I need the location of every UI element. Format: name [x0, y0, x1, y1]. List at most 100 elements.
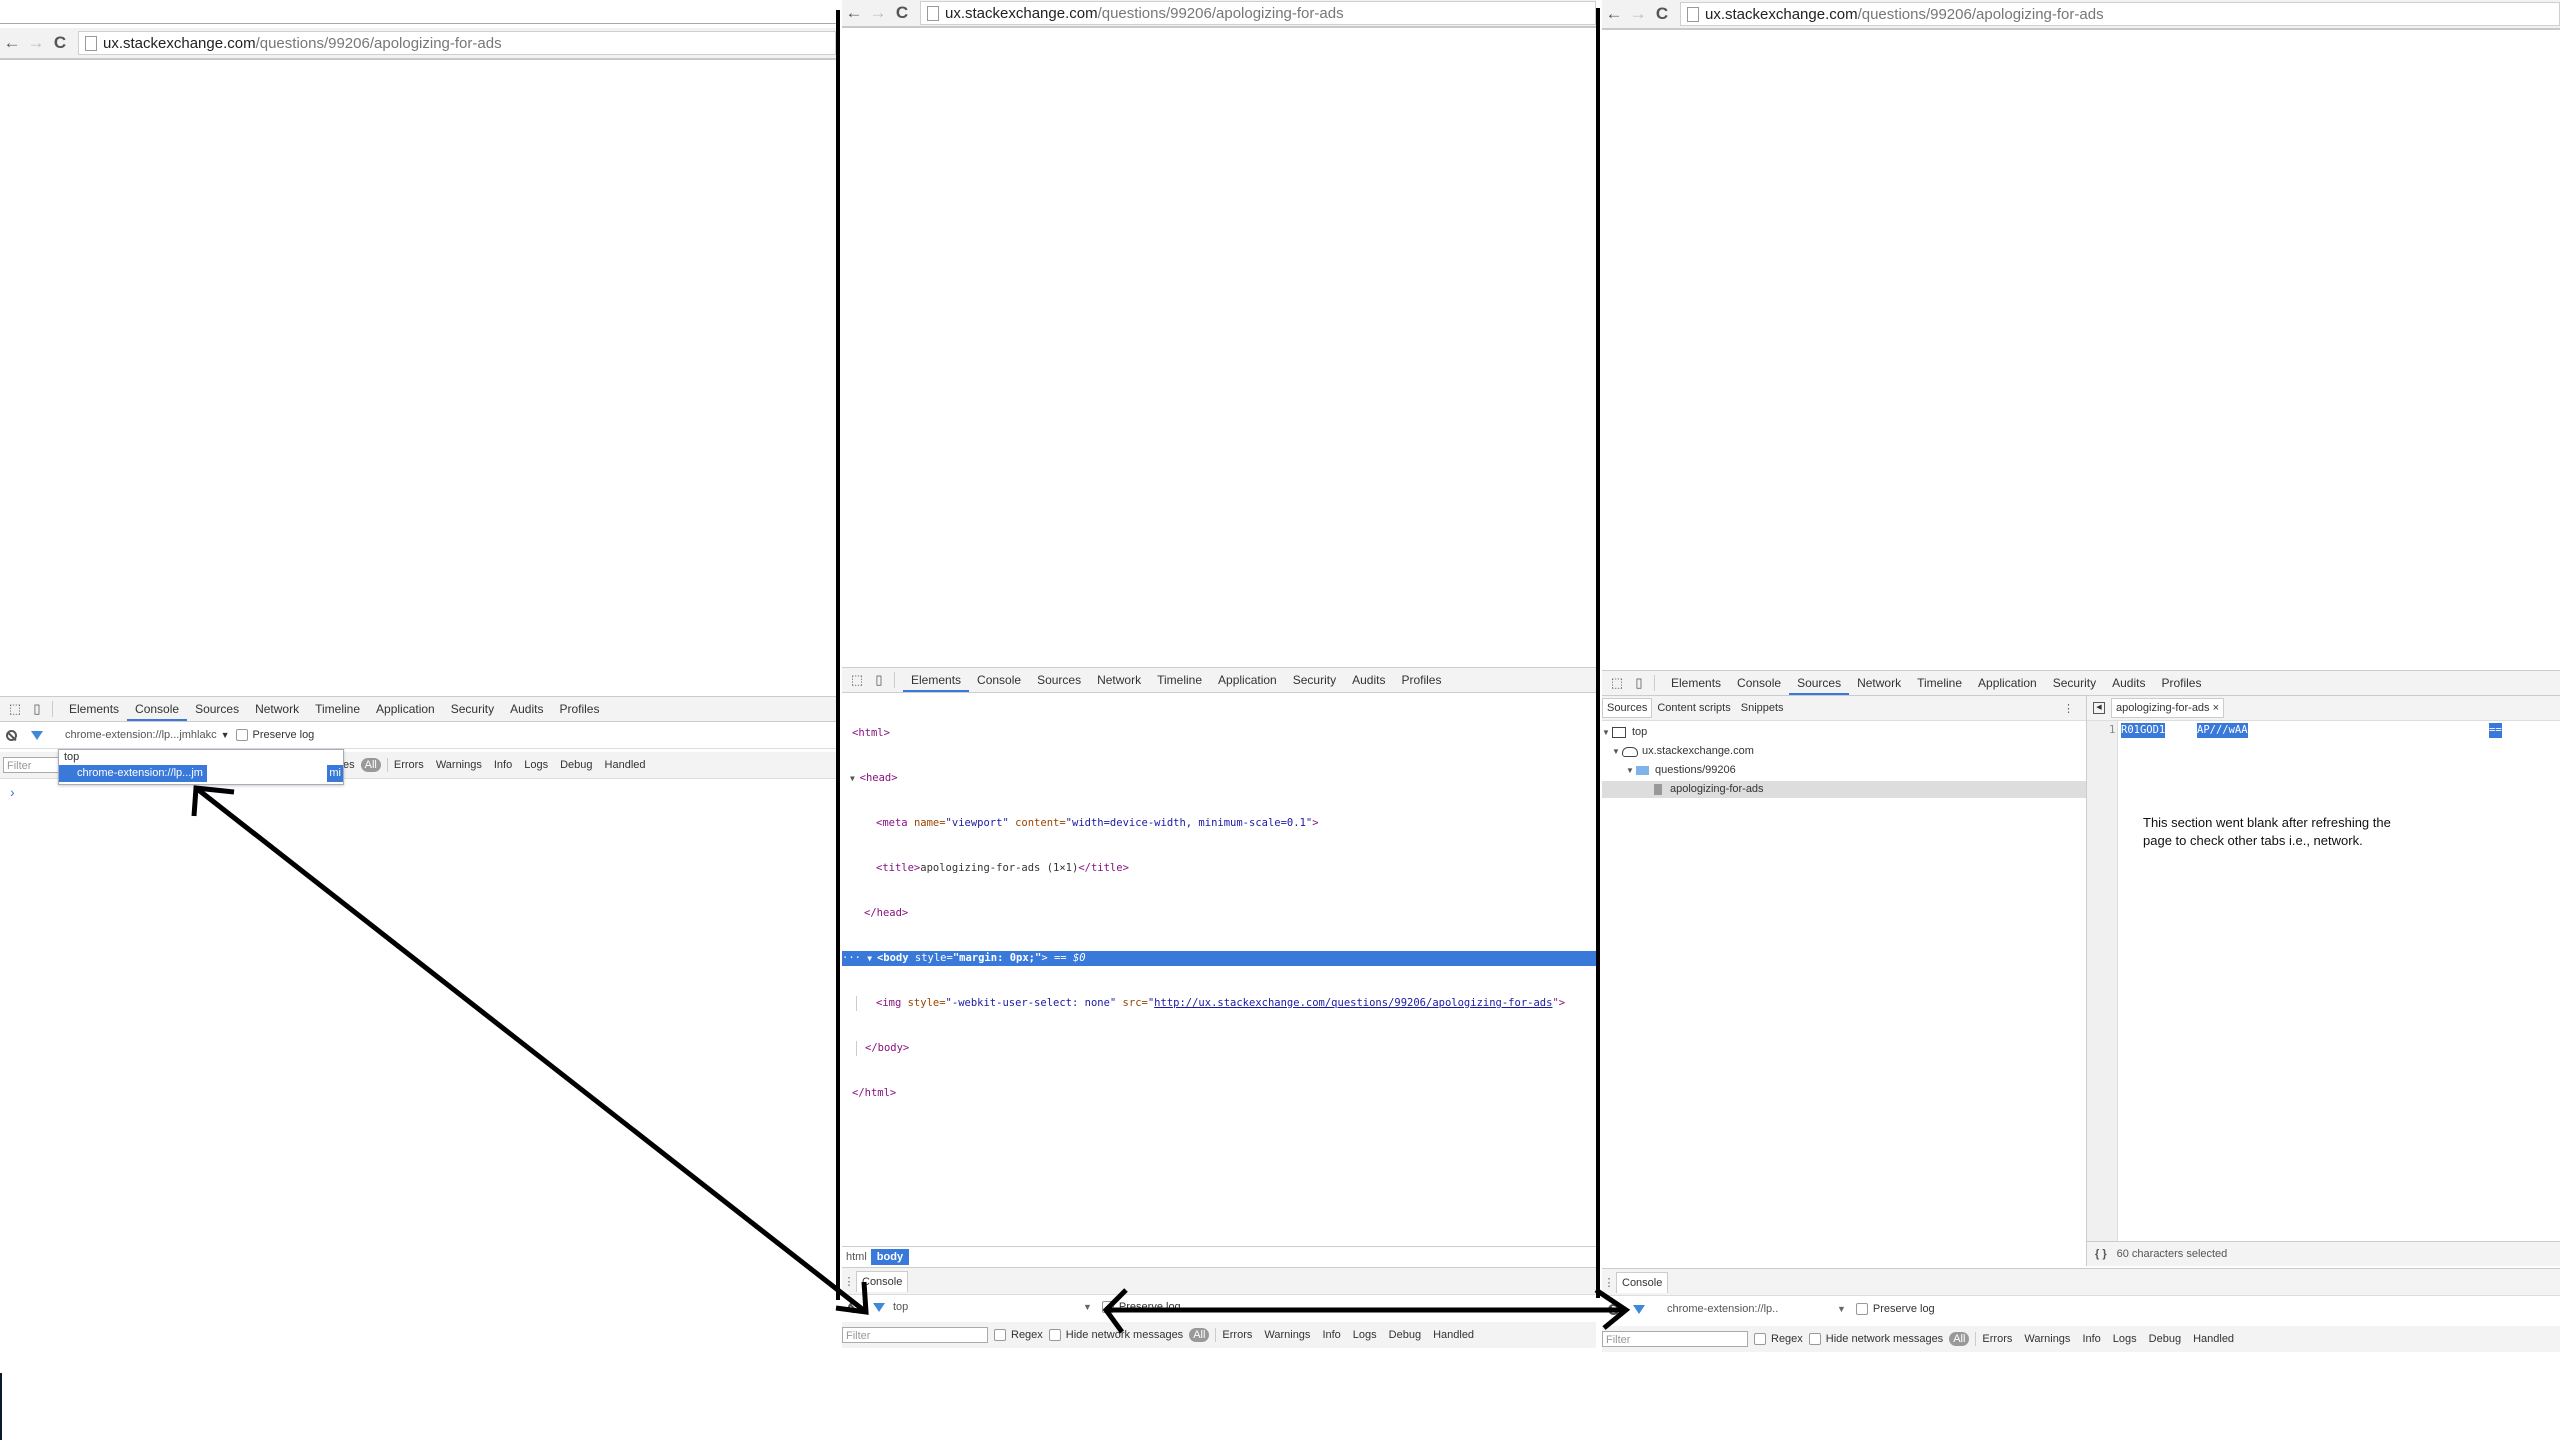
level-logs[interactable]: Logs: [2113, 1333, 2137, 1345]
preserve-log-checkbox[interactable]: [1855, 1303, 1868, 1315]
dom-node-img[interactable]: <img style="-webkit-user-select: none" s…: [856, 996, 1596, 1011]
level-debug[interactable]: Debug: [2149, 1333, 2181, 1345]
reload-button[interactable]: C: [890, 3, 914, 23]
nav-tab-content-scripts[interactable]: Content scripts: [1652, 702, 1735, 714]
selected-code-3[interactable]: ==: [2489, 723, 2502, 738]
tab-audits[interactable]: Audits: [2104, 671, 2153, 695]
dom-node-body-close[interactable]: </body>: [856, 1041, 1596, 1056]
level-handled[interactable]: Handled: [605, 759, 646, 771]
tab-profiles[interactable]: Profiles: [1393, 668, 1449, 692]
level-handled[interactable]: Handled: [1433, 1329, 1474, 1341]
dom-node-html-close[interactable]: </html>: [842, 1086, 1596, 1101]
dom-node-body-selected[interactable]: ··· ▼ <body style="margin: 0px;"> == $0: [842, 951, 1596, 966]
drawer-tab-console[interactable]: Console: [856, 1270, 909, 1292]
filter-input[interactable]: Filter: [1602, 1331, 1748, 1347]
dom-node-head[interactable]: ▼ <head>: [842, 771, 1596, 786]
dropdown-option-extension[interactable]: chrome-extension://lp...jm mi: [59, 765, 343, 782]
drawer-menu-icon[interactable]: ⋮: [842, 1275, 856, 1288]
expand-triangle-icon[interactable]: ▼: [1612, 743, 1622, 760]
level-all[interactable]: All: [1949, 1332, 1970, 1346]
tab-console[interactable]: Console: [969, 668, 1029, 692]
hide-network-checkbox[interactable]: [1048, 1329, 1061, 1341]
address-bar[interactable]: ux.stackexchange.com/questions/99206/apo…: [1680, 2, 2560, 26]
breadcrumb-body[interactable]: body: [870, 1249, 910, 1265]
inspect-element-icon[interactable]: ⬚: [8, 702, 22, 716]
address-bar[interactable]: ux.stackexchange.com/questions/99206/apo…: [920, 1, 1596, 25]
level-logs[interactable]: Logs: [524, 759, 548, 771]
forward-button[interactable]: →: [24, 33, 48, 53]
expand-triangle-icon[interactable]: ▼: [1602, 724, 1612, 741]
clear-console-icon[interactable]: [1608, 1303, 1619, 1315]
tab-timeline[interactable]: Timeline: [1149, 668, 1210, 692]
tab-elements[interactable]: Elements: [61, 697, 127, 721]
context-selector[interactable]: chrome-extension://lp...jmhlakc: [65, 729, 217, 741]
tree-item-domain[interactable]: ▼ ux.stackexchange.com: [1612, 743, 1754, 760]
dom-node-title[interactable]: <title>apologizing-for-ads (1×1)</title>: [842, 861, 1596, 876]
chevron-down-icon[interactable]: ▼: [1837, 1304, 1846, 1314]
level-all[interactable]: All: [1189, 1328, 1210, 1342]
level-all[interactable]: All: [360, 758, 381, 772]
level-warnings[interactable]: Warnings: [2024, 1333, 2070, 1345]
tab-security[interactable]: Security: [2045, 671, 2104, 695]
level-logs[interactable]: Logs: [1353, 1329, 1377, 1341]
regex-checkbox[interactable]: [994, 1329, 1006, 1341]
level-warnings[interactable]: Warnings: [1264, 1329, 1310, 1341]
nav-tab-sources[interactable]: Sources: [1602, 698, 1653, 718]
back-button[interactable]: ←: [842, 3, 866, 23]
level-debug[interactable]: Debug: [560, 759, 592, 771]
tab-audits[interactable]: Audits: [1344, 668, 1393, 692]
expand-triangle-icon[interactable]: ▼: [1626, 762, 1636, 779]
clear-console-icon[interactable]: [848, 1301, 859, 1313]
tab-elements[interactable]: Elements: [903, 668, 970, 692]
tab-application[interactable]: Application: [1970, 671, 2045, 695]
level-info[interactable]: Info: [1322, 1329, 1340, 1341]
preserve-log-checkbox[interactable]: [1101, 1301, 1114, 1313]
forward-button[interactable]: →: [1626, 4, 1650, 24]
tree-item-folder[interactable]: ▼ questions/99206: [1626, 762, 1736, 779]
device-mode-icon[interactable]: ▯: [872, 673, 886, 687]
tab-audits[interactable]: Audits: [502, 697, 551, 721]
chevron-down-icon[interactable]: ▼: [221, 730, 230, 740]
img-src-link[interactable]: http://ux.stackexchange.com/questions/99…: [1154, 997, 1552, 1009]
preserve-log-checkbox[interactable]: [235, 729, 248, 741]
back-button[interactable]: ←: [0, 33, 24, 53]
ellipsis-icon[interactable]: ···: [842, 952, 867, 964]
tab-profiles[interactable]: Profiles: [551, 697, 607, 721]
reload-button[interactable]: C: [1650, 4, 1674, 24]
tab-network[interactable]: Network: [1849, 671, 1909, 695]
device-mode-icon[interactable]: ▯: [1632, 676, 1646, 690]
dom-node-head-close[interactable]: </head>: [842, 906, 1596, 921]
dom-node-meta[interactable]: <meta name="viewport" content="width=dev…: [842, 816, 1596, 831]
level-handled[interactable]: Handled: [2193, 1333, 2234, 1345]
level-info[interactable]: Info: [2082, 1333, 2100, 1345]
tab-elements[interactable]: Elements: [1663, 671, 1729, 695]
inspect-element-icon[interactable]: ⬚: [1610, 676, 1624, 690]
filter-icon[interactable]: [1633, 1304, 1645, 1314]
filter-icon[interactable]: [31, 730, 43, 740]
back-button[interactable]: ←: [1602, 4, 1626, 24]
expand-triangle-icon[interactable]: ▼: [867, 954, 877, 963]
close-icon[interactable]: ×: [2213, 702, 2219, 714]
context-selector[interactable]: chrome-extension://lp..: [1667, 1303, 1837, 1315]
pretty-print-icon[interactable]: { }: [2095, 1248, 2107, 1260]
filter-input[interactable]: Filter: [842, 1327, 988, 1343]
level-info[interactable]: Info: [494, 759, 512, 771]
tab-application[interactable]: Application: [368, 697, 443, 721]
drawer-menu-icon[interactable]: ⋮: [1602, 1276, 1616, 1289]
tab-sources[interactable]: Sources: [187, 697, 247, 721]
tab-sources[interactable]: Sources: [1789, 671, 1850, 695]
dropdown-option-top[interactable]: top: [59, 750, 343, 765]
dom-node-html[interactable]: <html>: [842, 726, 1596, 741]
tab-application[interactable]: Application: [1210, 668, 1285, 692]
tab-sources[interactable]: Sources: [1029, 668, 1089, 692]
tab-console[interactable]: Console: [1729, 671, 1789, 695]
regex-checkbox[interactable]: [1754, 1333, 1766, 1345]
more-options-icon[interactable]: ⋮: [2063, 702, 2074, 715]
level-errors[interactable]: Errors: [394, 759, 424, 771]
selected-code-1[interactable]: R01GOD1: [2121, 723, 2166, 738]
hide-network-checkbox[interactable]: [1808, 1333, 1821, 1345]
reload-button[interactable]: C: [48, 33, 72, 53]
tab-timeline[interactable]: Timeline: [307, 697, 368, 721]
inspect-element-icon[interactable]: ⬚: [850, 673, 864, 687]
expand-triangle-icon[interactable]: ▼: [850, 774, 860, 783]
